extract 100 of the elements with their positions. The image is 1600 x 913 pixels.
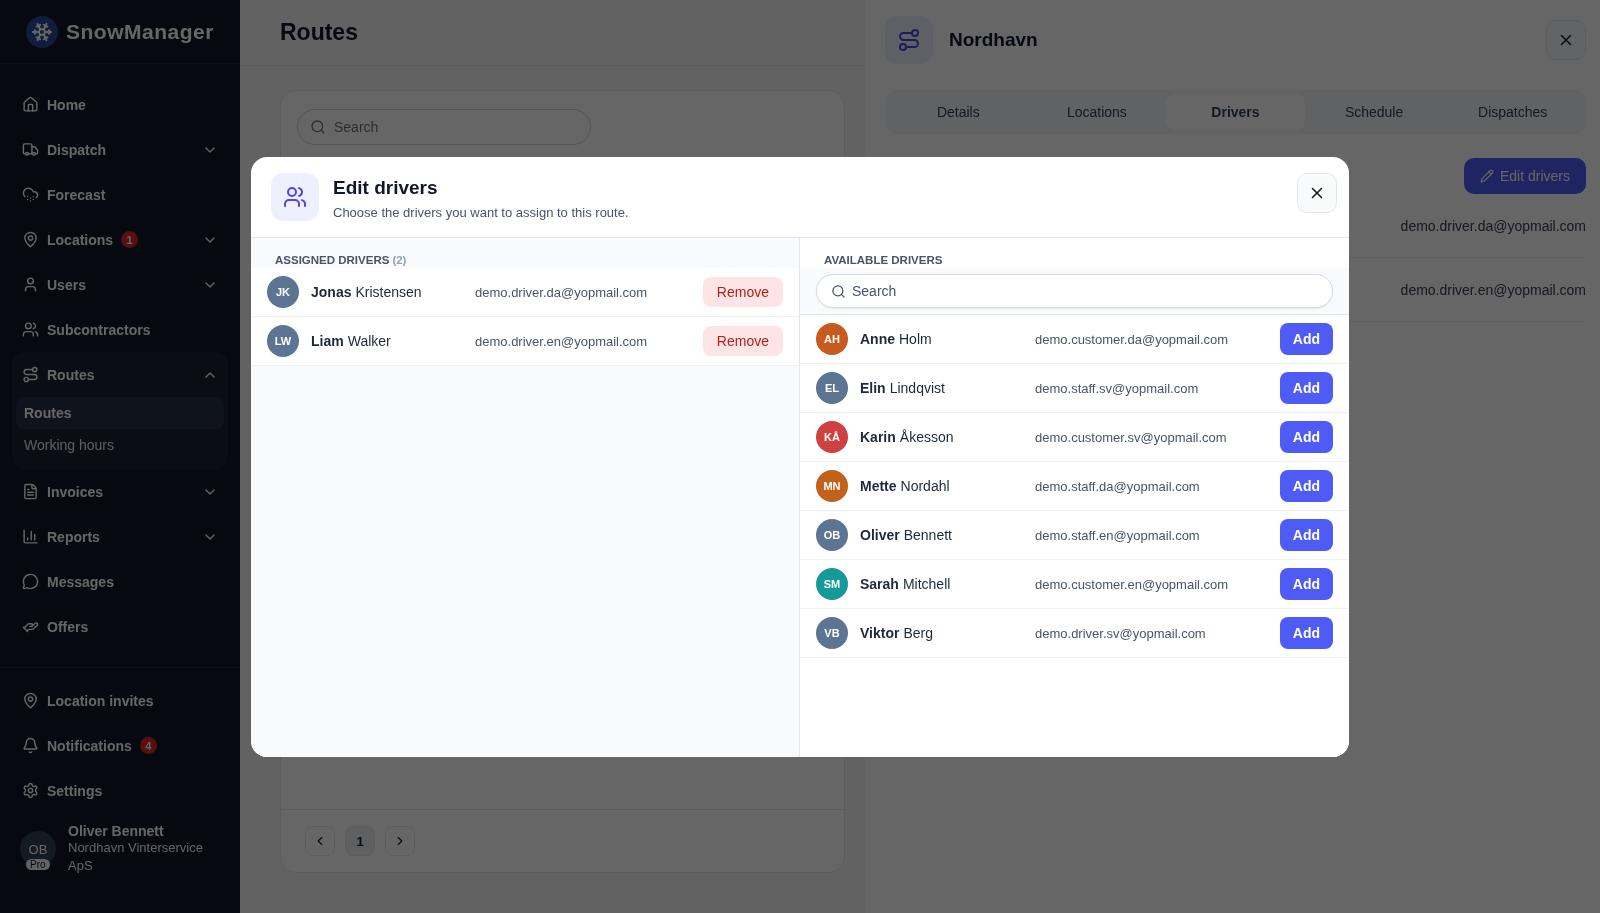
driver-name: Jonas Kristensen: [311, 284, 423, 300]
avatar: KÅ: [816, 421, 848, 453]
driver-email: demo.driver.da@yopmail.com: [475, 284, 649, 300]
driver-name: Oliver Bennett: [860, 527, 953, 543]
driver-email: demo.driver.da@yopmail.com: [1400, 217, 1586, 234]
driver-name: Karin Åkesson: [860, 429, 955, 445]
avatar: VB: [816, 617, 848, 649]
user-name: Oliver Bennett: [68, 823, 165, 839]
search-icon: [831, 283, 846, 299]
tab[interactable]: Dispatches: [1443, 94, 1582, 130]
bell-icon: [22, 737, 39, 754]
settings-icon: [22, 782, 39, 799]
section-heading: AVAILABLE DRIVERS: [824, 254, 943, 266]
users-icon: [22, 321, 39, 338]
avatar: JK: [267, 276, 299, 308]
users-icon: [271, 173, 319, 221]
nav-item[interactable]: Routes: [12, 352, 228, 397]
avatar: MN: [816, 470, 848, 502]
user-icon: [22, 276, 39, 293]
avatar: EL: [816, 372, 848, 404]
nav-label: Location invites: [47, 692, 154, 709]
driver-email: demo.customer.en@yopmail.com: [1035, 576, 1230, 592]
cloud-icon: [22, 186, 39, 203]
remove-button[interactable]: Remove: [702, 326, 783, 356]
nav-item[interactable]: Forecast: [12, 172, 228, 217]
edit-drivers-button[interactable]: Edit drivers: [1463, 158, 1586, 194]
avatar: LW: [267, 325, 299, 357]
snowflake-logo-icon: [26, 15, 58, 48]
bar-chart-icon: [22, 528, 39, 545]
driver-email: demo.driver.en@yopmail.com: [1400, 281, 1586, 298]
add-button[interactable]: Add: [1279, 421, 1333, 453]
dialog-title: Edit drivers: [333, 177, 439, 199]
add-button[interactable]: Add: [1279, 470, 1333, 502]
tab[interactable]: Schedule: [1304, 94, 1444, 130]
nav-label: Dispatch: [47, 141, 107, 158]
count-badge: 1: [121, 231, 139, 248]
nav-item[interactable]: Users: [12, 262, 228, 307]
driver-name: Anne Holm: [860, 331, 933, 347]
driver-name: Liam Walker: [311, 333, 392, 349]
add-button[interactable]: Add: [1279, 323, 1333, 355]
nav-item[interactable]: Reports: [12, 514, 228, 559]
avatar: SM: [816, 568, 848, 600]
driver-email: demo.driver.en@yopmail.com: [475, 333, 649, 349]
section-heading: ASSIGNED DRIVERS: [275, 254, 390, 266]
nav-item[interactable]: Home: [12, 82, 228, 127]
tab[interactable]: Locations: [1027, 94, 1167, 130]
company-name: Nordhavn Vinterservice ApS: [68, 839, 204, 875]
tab[interactable]: Details: [889, 94, 1028, 130]
nav-label: Users: [47, 276, 86, 293]
tab[interactable]: Drivers: [1166, 94, 1305, 130]
search-icon: [310, 119, 326, 135]
avatar: OB: [816, 519, 848, 551]
map-pin-icon: [22, 692, 39, 709]
avatar: AH: [816, 323, 848, 355]
nav-item[interactable]: Offers: [12, 604, 228, 649]
nav-item[interactable]: Location invites: [12, 678, 228, 723]
submenu-item[interactable]: Working hours: [16, 429, 224, 461]
add-button[interactable]: Add: [1279, 372, 1333, 404]
driver-count: (2): [392, 254, 407, 266]
add-button[interactable]: Add: [1279, 568, 1333, 600]
nav-label: Notifications: [47, 737, 132, 754]
route-icon: [22, 366, 39, 383]
app-logo-text: SnowManager: [66, 19, 214, 44]
add-button[interactable]: Add: [1279, 617, 1333, 649]
search-field[interactable]: Search: [297, 109, 591, 145]
page-button[interactable]: 1: [345, 826, 375, 856]
driver-name: Viktor Berg: [860, 625, 934, 641]
nav-item[interactable]: Subcontractors: [12, 307, 228, 352]
plan-badge: Pro: [26, 859, 50, 870]
route-icon: [885, 16, 933, 64]
chat-bubble-icon: [22, 573, 39, 590]
pencil-icon: [1479, 169, 1494, 183]
submenu-item[interactable]: Routes: [16, 397, 224, 429]
remove-button[interactable]: Remove: [702, 277, 783, 307]
truck-icon: [22, 141, 39, 158]
route-title: Nordhavn: [949, 29, 1038, 51]
nav-item[interactable]: Invoices: [12, 469, 228, 514]
count-badge: 4: [139, 737, 157, 754]
driver-email: demo.customer.sv@yopmail.com: [1035, 429, 1228, 445]
driver-name: Elin Lindqvist: [860, 380, 946, 396]
dialog-subtitle: Choose the drivers you want to assign to this route.: [333, 205, 629, 220]
driver-email: demo.staff.en@yopmail.com: [1035, 527, 1201, 543]
nav-label: Reports: [47, 528, 100, 545]
home-icon: [22, 96, 39, 113]
nav-item[interactable]: Dispatch: [12, 127, 228, 172]
nav-item[interactable]: Messages: [12, 559, 228, 604]
driver-name: Mette Nordahl: [860, 478, 951, 494]
driver-name: Sarah Mitchell: [860, 576, 952, 592]
nav-item[interactable]: Settings: [12, 768, 228, 813]
nav-item[interactable]: Locations 1: [12, 217, 228, 262]
driver-email: demo.driver.sv@yopmail.com: [1035, 625, 1207, 641]
document-icon: [22, 483, 39, 500]
close-button[interactable]: [1546, 20, 1586, 60]
add-button[interactable]: Add: [1279, 519, 1333, 551]
nav-item[interactable]: Notifications 4: [12, 723, 228, 768]
nav-label: Forecast: [47, 186, 106, 203]
close-button[interactable]: [1297, 173, 1337, 213]
nav-label: Invoices: [47, 483, 104, 500]
search-field[interactable]: Search: [816, 274, 1333, 308]
nav-label: Subcontractors: [47, 321, 151, 338]
